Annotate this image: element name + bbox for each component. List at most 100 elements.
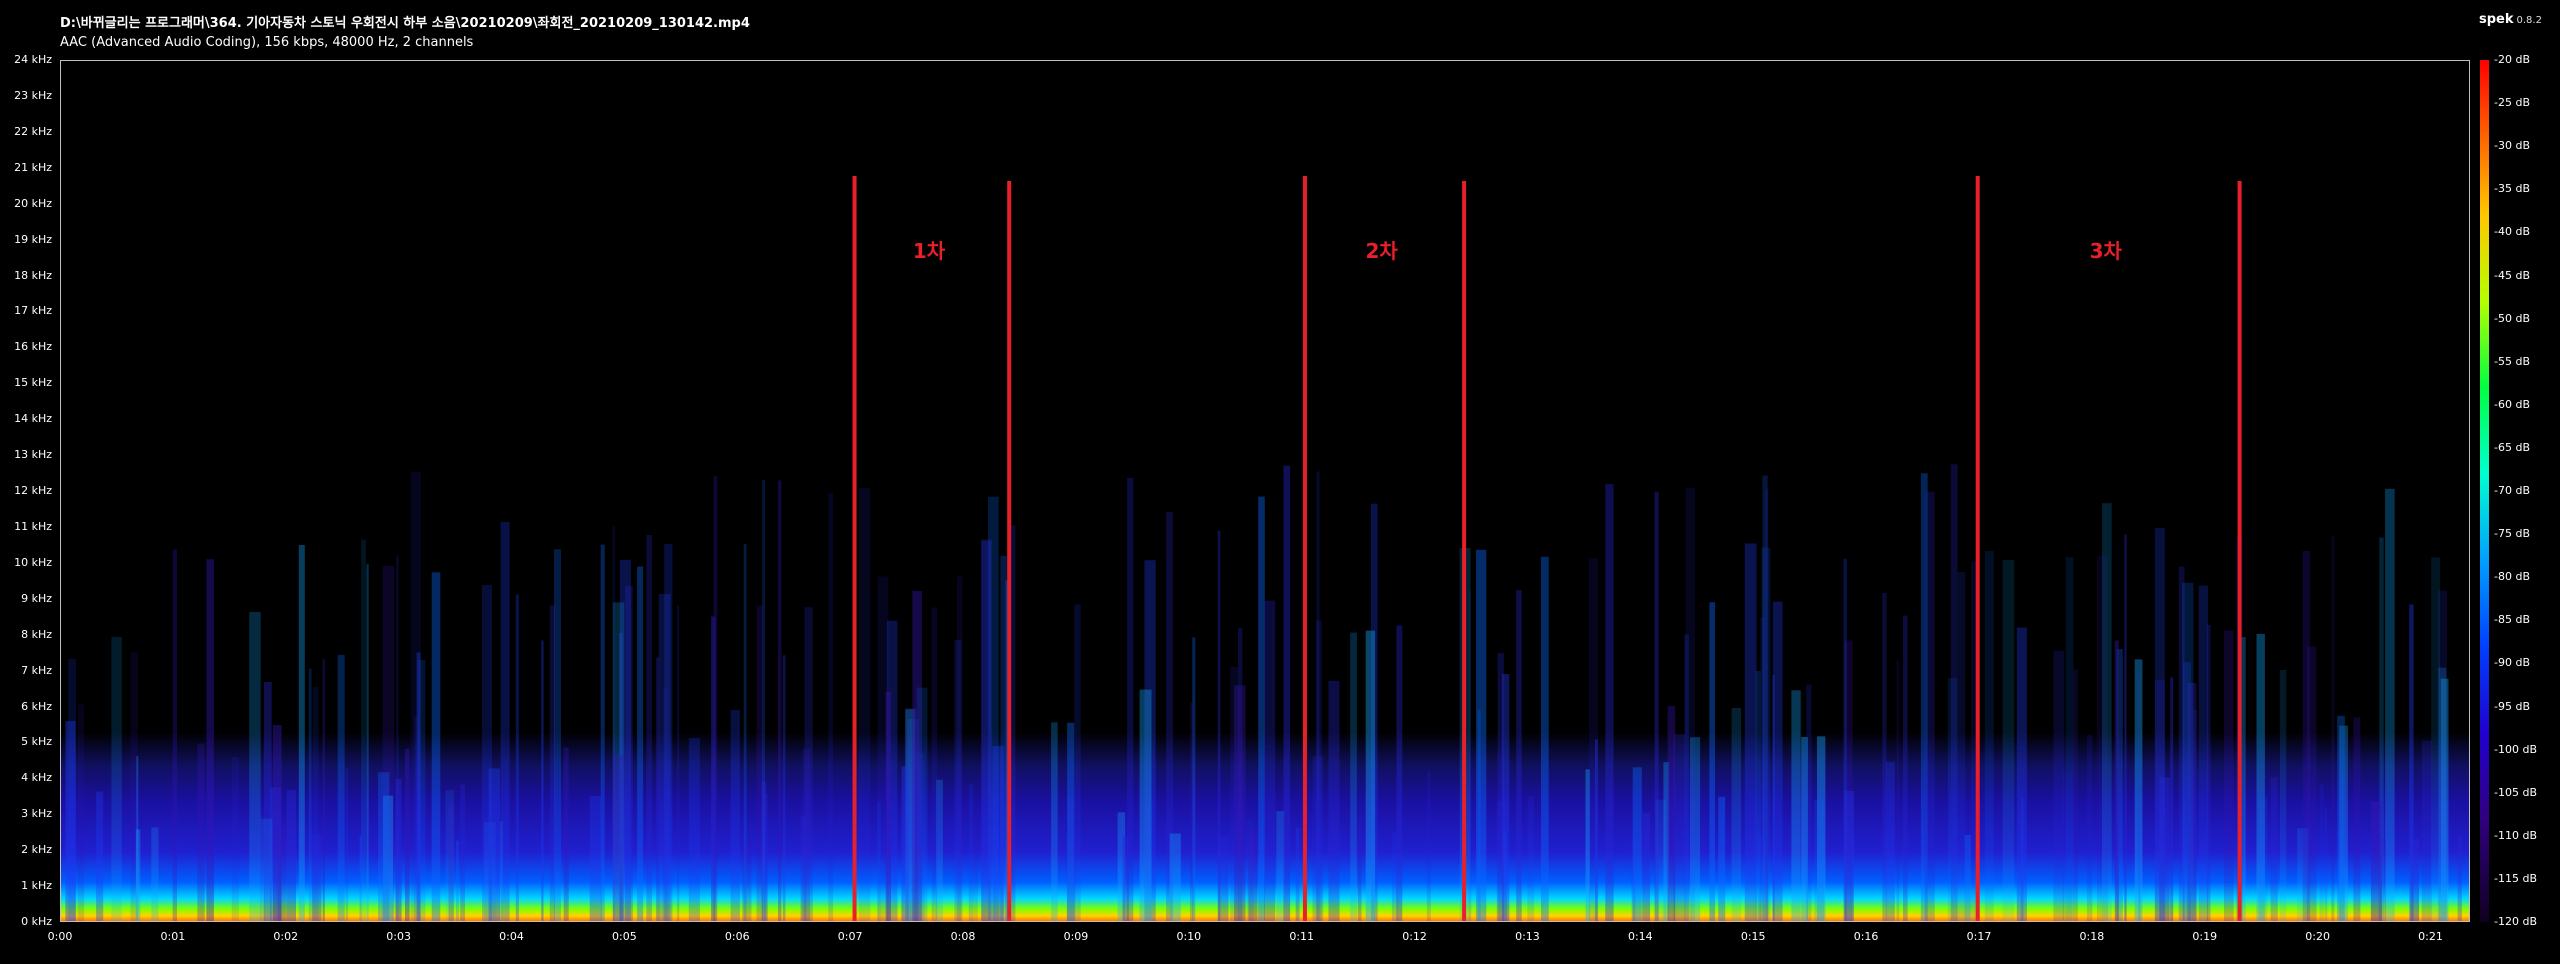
- frequency-tick-label: 12 kHz: [14, 484, 52, 497]
- spectrogram-band: [322, 659, 325, 921]
- spectrogram-band: [1632, 767, 1642, 921]
- spectrogram-band: [782, 655, 786, 921]
- spectrogram-band: [1924, 491, 1935, 921]
- spectrogram-band: [2062, 772, 2073, 921]
- spectrogram-band: [499, 821, 503, 921]
- spectrogram-band: [1396, 625, 1403, 921]
- spectrogram-band: [1067, 722, 1075, 921]
- spectrogram-band: [1950, 464, 1958, 921]
- spectrogram-band: [612, 755, 624, 921]
- db-tick-label: -105 dB: [2494, 785, 2537, 799]
- spectrogram-band: [77, 704, 85, 921]
- spectrogram-band: [1896, 660, 1900, 921]
- time-tick-label: 0:06: [724, 930, 750, 943]
- spectrogram-band: [1642, 812, 1650, 921]
- time-tick-label: 0:11: [1289, 930, 1315, 943]
- spectrogram-band: [1964, 835, 1971, 921]
- spectrogram-band: [460, 784, 465, 921]
- spectrogram-band: [249, 611, 261, 921]
- time-tick-label: 0:20: [2305, 930, 2330, 943]
- spectrogram-band: [1589, 558, 1599, 921]
- spectrogram-band: [981, 539, 993, 921]
- frequency-tick-label: 2 kHz: [21, 843, 52, 857]
- app-version: 0.8.2: [2516, 15, 2542, 26]
- spectrogram-band: [1806, 684, 1812, 921]
- spectrogram-band: [2431, 557, 2441, 921]
- spectrogram-band: [1234, 685, 1246, 921]
- db-tick-label: -25 dB: [2494, 96, 2530, 110]
- db-tick-label: -75 dB: [2494, 527, 2530, 541]
- spectrogram-band: [756, 605, 764, 921]
- spectrogram-band: [1791, 690, 1801, 921]
- time-tick-label: 0:19: [2192, 930, 2218, 943]
- spectrogram-band: [1497, 653, 1504, 921]
- spectrogram-band: [2319, 783, 2324, 921]
- spectrogram-band: [1051, 722, 1058, 921]
- spectrogram-band: [859, 487, 871, 921]
- time-tick-label: 0:13: [1515, 930, 1540, 943]
- spectrogram-band: [311, 835, 322, 921]
- frequency-tick-label: 21 kHz: [14, 160, 52, 174]
- frequency-tick-label: 9 kHz: [21, 591, 52, 605]
- spectrogram-band: [2410, 839, 2419, 921]
- spectrogram-band: [206, 559, 214, 921]
- spectrogram-band: [1709, 602, 1715, 921]
- spectrogram-band: [1843, 558, 1847, 921]
- spectrogram-band: [1903, 615, 1908, 921]
- spectrogram-band: [2053, 650, 2065, 921]
- spectrogram-overlay: [65, 176, 2462, 921]
- frequency-tick-label: 6 kHz: [21, 699, 52, 713]
- spectrogram-band: [1814, 799, 1825, 921]
- spectrogram-band: [1276, 811, 1285, 921]
- spectrogram-band: [308, 668, 312, 921]
- spectrogram-band: [1984, 550, 1994, 921]
- spectrogram-band: [2337, 715, 2345, 921]
- spectrogram-band: [1476, 549, 1487, 921]
- time-tick-label: 0:21: [2418, 930, 2443, 943]
- spectrogram-band: [1667, 706, 1676, 921]
- spectrogram-band: [1516, 590, 1522, 921]
- db-tick-label: -50 dB: [2494, 311, 2530, 325]
- time-tick-label: 0:18: [2079, 930, 2105, 943]
- spectrogram-band: [488, 768, 500, 921]
- db-tick-label: -45 dB: [2494, 268, 2530, 282]
- spectrogram-plot[interactable]: [60, 60, 2470, 922]
- time-tick-label: 0:09: [1063, 930, 1089, 943]
- spectrogram-band: [954, 639, 962, 921]
- db-tick-label: -100 dB: [2494, 742, 2537, 756]
- spectrogram-band: [800, 815, 807, 921]
- spectrogram-band: [1217, 530, 1221, 921]
- spectrogram-band: [136, 756, 139, 921]
- time-tick-label: 0:07: [837, 930, 863, 943]
- spectrogram-band: [1295, 827, 1300, 921]
- spectrogram-band: [563, 747, 569, 921]
- spectrogram-band: [1718, 796, 1726, 921]
- spectrogram-band: [2270, 777, 2278, 921]
- spectrogram-band: [688, 737, 700, 921]
- spectrogram-band: [2138, 676, 2141, 921]
- frequency-tick-label: 15 kHz: [14, 376, 52, 390]
- spectrogram-band: [1765, 489, 1769, 921]
- spectrogram-band: [2192, 710, 2198, 921]
- spectrogram-band: [677, 605, 680, 921]
- spectrogram-band: [2020, 798, 2024, 921]
- frequency-tick-label: 16 kHz: [14, 340, 52, 354]
- spectrogram-band: [2002, 560, 2015, 921]
- spectrogram-band: [2114, 640, 2119, 921]
- time-tick-label: 0:15: [1740, 930, 1766, 943]
- spectrogram-band: [1957, 572, 1966, 921]
- spectrogram-band: [778, 480, 782, 921]
- db-colorbar: [2480, 60, 2489, 922]
- spectrogram-band: [337, 654, 345, 921]
- spectrogram-band: [2353, 717, 2361, 921]
- spectrogram-band: [1350, 632, 1357, 921]
- db-tick-label: -60 dB: [2494, 397, 2530, 411]
- spectrogram-band: [828, 493, 834, 921]
- spectrogram-band: [968, 784, 974, 921]
- spectrogram-band: [1426, 770, 1431, 921]
- file-path-title: D:\바뀌글리는 프로그래머\364. 기아자동차 스토닉 우회전시 하부 소음…: [60, 16, 750, 31]
- time-tick-label: 0:05: [612, 930, 637, 943]
- frequency-tick-label: 0 kHz: [21, 915, 52, 928]
- spectrogram-band: [742, 841, 752, 921]
- spectrogram-band: [2279, 670, 2287, 921]
